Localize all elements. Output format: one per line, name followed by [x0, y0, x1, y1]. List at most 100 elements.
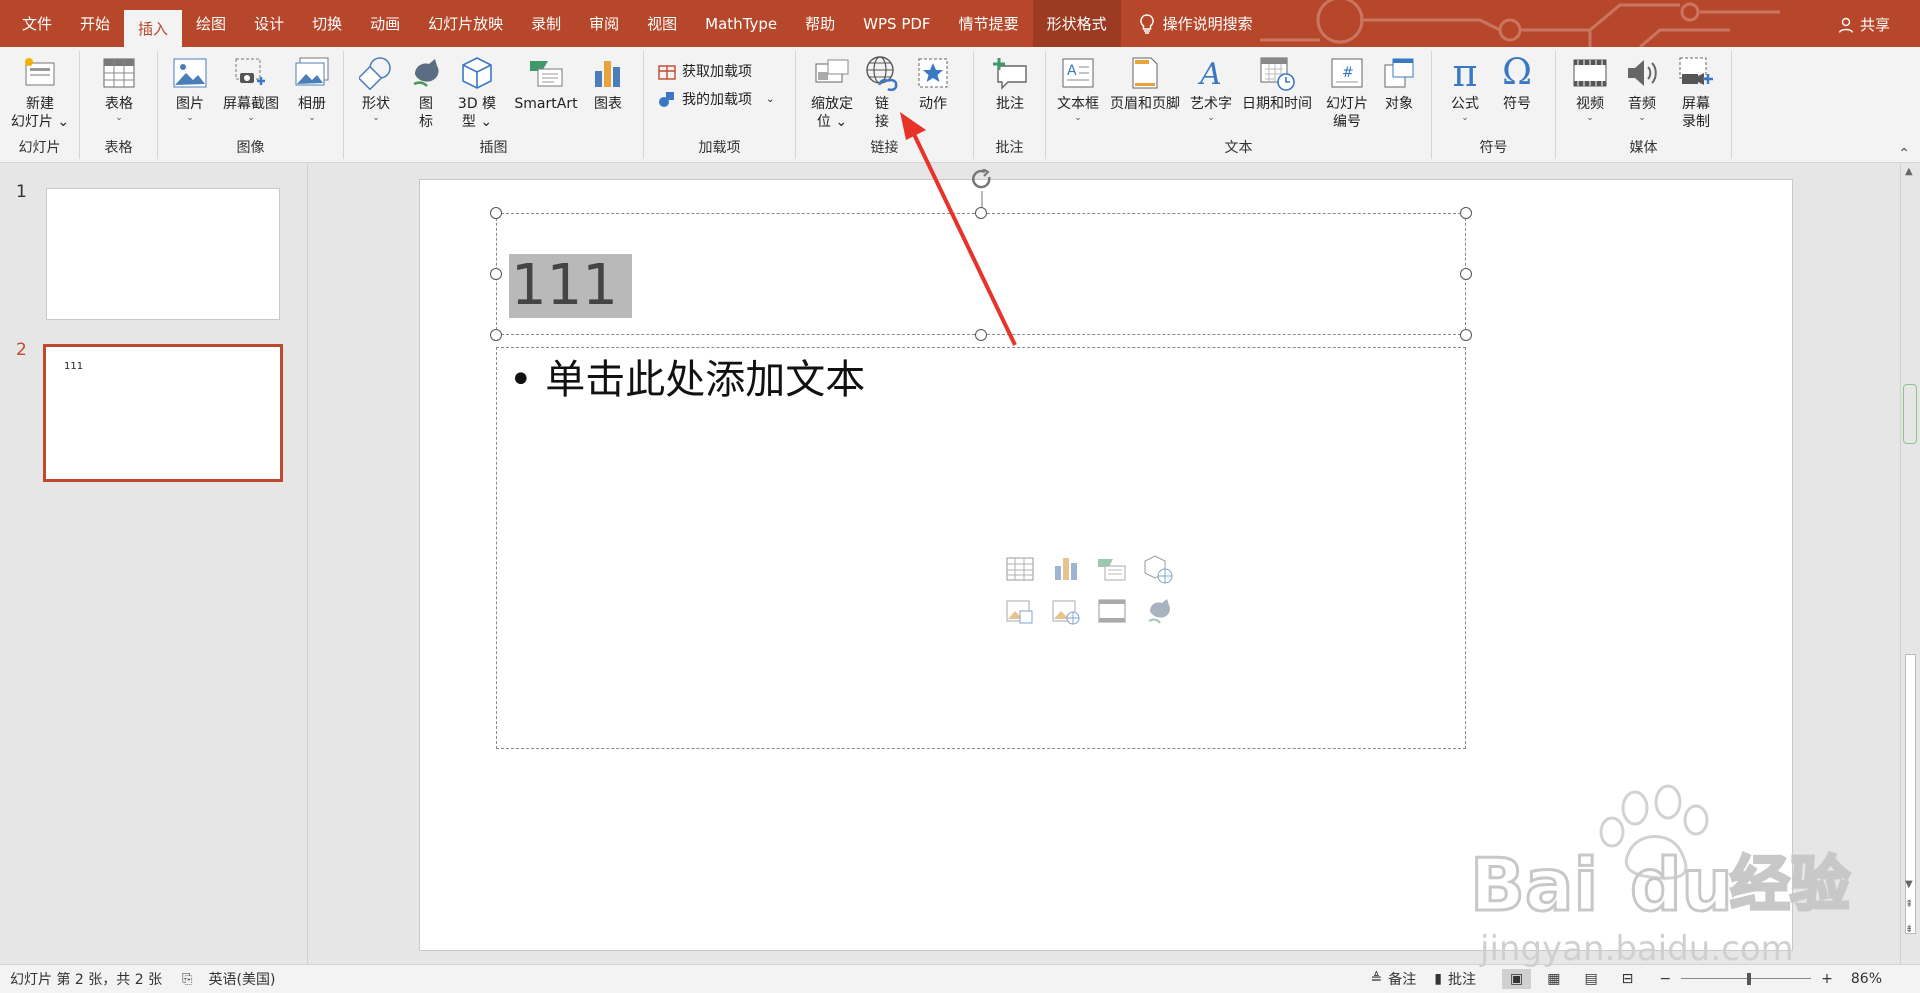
screen-record-button[interactable]: 屏幕 录制 [1670, 55, 1722, 131]
comment-button[interactable]: 批注 [988, 55, 1032, 113]
group-media: 视频 ⌄ 音频 ⌄ 屏幕 录制 媒体 [1556, 51, 1732, 159]
tab-storyboard[interactable]: 情节提要 [945, 0, 1033, 47]
insert-3d-model-icon[interactable] [1143, 554, 1173, 584]
screenshot-button[interactable]: 屏幕截图 ⌄ [218, 55, 284, 123]
title-placeholder[interactable]: 111 [496, 213, 1466, 335]
insert-icon-icon[interactable] [1143, 596, 1173, 626]
tab-review[interactable]: 审阅 [575, 0, 633, 47]
tab-shape-format[interactable]: 形状格式 [1032, 0, 1121, 47]
zoom-in-icon[interactable]: + [1821, 971, 1833, 987]
slide-title[interactable]: 111 [509, 254, 632, 318]
scroll-up-icon[interactable]: ▲ [1905, 166, 1913, 177]
tab-design[interactable]: 设计 [240, 0, 298, 47]
my-addins-button[interactable]: 我的加载项 ⌄ [658, 89, 774, 109]
tell-me-label: 操作说明搜索 [1162, 15, 1253, 33]
action-button[interactable]: 动作 [910, 55, 956, 113]
audio-button[interactable]: 音频 ⌄ [1618, 55, 1666, 123]
tab-file[interactable]: 文件 [8, 0, 66, 47]
slideshow-view-icon[interactable]: ⊟ [1622, 971, 1634, 987]
smartart-button[interactable]: SmartArt [510, 55, 582, 113]
group-label-slides: 幻灯片 [18, 140, 61, 156]
share-button[interactable]: 共享 [1838, 14, 1890, 35]
tell-me-search[interactable]: 操作说明搜索 [1139, 0, 1253, 47]
insert-online-picture-icon[interactable] [1051, 596, 1081, 626]
tab-slideshow[interactable]: 幻灯片放映 [414, 0, 517, 47]
slide-sorter-view-icon[interactable]: ▦ [1547, 971, 1560, 987]
tab-record[interactable]: 录制 [517, 0, 575, 47]
picture-button[interactable]: 图片 ⌄ [170, 55, 210, 123]
header-footer-button[interactable]: 页眉和页脚 [1106, 55, 1184, 113]
resize-handle-r[interactable] [1460, 268, 1472, 280]
textbox-button[interactable]: A 文本框 ⌄ [1054, 55, 1102, 123]
tab-mathtype[interactable]: MathType [691, 0, 791, 47]
slide-number-button[interactable]: # 幻灯片 编号 [1320, 55, 1374, 131]
table-button[interactable]: 表格 ⌄ [98, 55, 140, 123]
new-slide-button[interactable]: 新建 幻灯片 ⌄ [10, 55, 70, 131]
slide-thumbnail-2[interactable]: 111 [43, 344, 283, 482]
icons-button[interactable]: 图 标 [408, 55, 444, 131]
vertical-scrollbar[interactable]: ▲ ▼ ⇞ ⇟ [1900, 164, 1920, 964]
zoom-slider[interactable] [1681, 973, 1812, 985]
wordart-button[interactable]: A 艺术字 ⌄ [1186, 55, 1236, 123]
tab-help[interactable]: 帮助 [791, 0, 849, 47]
shapes-button[interactable]: 形状 ⌄ [358, 55, 394, 123]
zoom-level[interactable]: 86% [1851, 971, 1882, 987]
notes-button[interactable]: ≜ 备注 [1371, 969, 1417, 989]
object-button[interactable]: 对象 [1376, 55, 1422, 113]
get-addins-label: 获取加载项 [682, 64, 752, 80]
scroll-down-icon[interactable]: ▼ [1905, 879, 1913, 890]
zoom-out-icon[interactable]: − [1659, 971, 1671, 987]
symbol-button[interactable]: Ω 符号 [1494, 55, 1540, 113]
previous-slide-icon[interactable]: ⇞ [1905, 899, 1913, 910]
chart-button[interactable]: 图表 [584, 55, 632, 113]
tab-wps-pdf[interactable]: WPS PDF [849, 0, 944, 47]
star-action-icon [915, 55, 951, 91]
album-button[interactable]: 相册 ⌄ [290, 55, 334, 123]
group-illustrations: 形状 ⌄ 图 标 3D 模 型 ⌄ SmartArt 图表 插图 [344, 51, 644, 159]
zoom-button[interactable]: 缩放定 位 ⌄ [806, 55, 858, 131]
slide[interactable]: 111 • 单击此处添加文本 [419, 169, 1793, 951]
collapse-ribbon-icon[interactable]: ⌃ [1898, 146, 1910, 162]
insert-picture-icon[interactable] [1005, 596, 1035, 626]
resize-handle-br[interactable] [1460, 329, 1472, 341]
slide-thumbnail-1[interactable] [46, 188, 280, 320]
datetime-button[interactable]: 日期和时间 [1238, 55, 1316, 113]
resize-handle-tr[interactable] [1460, 207, 1472, 219]
link-button[interactable]: 链 接 [862, 55, 902, 131]
content-placeholder[interactable]: • 单击此处添加文本 [496, 347, 1466, 749]
tab-view[interactable]: 视图 [633, 0, 691, 47]
next-slide-icon[interactable]: ⇟ [1905, 924, 1913, 935]
resize-handle-bl[interactable] [490, 329, 502, 341]
equation-button[interactable]: π 公式 ⌄ [1442, 54, 1488, 123]
video-button[interactable]: 视频 ⌄ [1566, 55, 1614, 123]
tab-animations[interactable]: 动画 [356, 0, 414, 47]
new-slide-label-2: 幻灯片 ⌄ [10, 114, 70, 130]
resize-handle-l[interactable] [490, 268, 502, 280]
insert-chart-icon[interactable] [1051, 554, 1081, 584]
language-indicator[interactable]: 英语(美国) [208, 969, 275, 989]
normal-view-icon[interactable]: ▣ [1501, 969, 1532, 989]
scroll-thumb[interactable] [1905, 654, 1916, 934]
album-caret: ⌄ [308, 113, 316, 123]
get-addins-button[interactable]: 获取加载项 [658, 61, 752, 81]
3d-model-button[interactable]: 3D 模 型 ⌄ [452, 55, 502, 131]
content-placeholder-text[interactable]: • 单击此处添加文本 [509, 352, 865, 408]
spellcheck-icon[interactable]: ⎘ [182, 972, 192, 987]
zoom-slider-thumb[interactable] [1747, 973, 1752, 985]
group-symbols: π 公式 ⌄ Ω 符号 符号 [1432, 51, 1556, 159]
resize-handle-tl[interactable] [490, 207, 502, 219]
resize-handle-t[interactable] [975, 207, 987, 219]
tab-home[interactable]: 开始 [66, 0, 124, 47]
comments-button[interactable]: ▮ 批注 [1434, 969, 1476, 989]
insert-video-icon[interactable] [1097, 596, 1127, 626]
insert-smartart-icon[interactable] [1097, 554, 1127, 584]
tab-insert[interactable]: 插入 [124, 10, 183, 47]
wordart-caret: ⌄ [1207, 113, 1215, 123]
resize-handle-b[interactable] [975, 329, 987, 341]
tab-transitions[interactable]: 切换 [298, 0, 356, 47]
reading-view-icon[interactable]: ▤ [1584, 971, 1597, 987]
tab-draw[interactable]: 绘图 [182, 0, 240, 47]
insert-table-icon[interactable] [1005, 554, 1035, 584]
group-tables: 表格 ⌄ 表格 [80, 51, 158, 159]
smartart-label: SmartArt [514, 96, 578, 112]
